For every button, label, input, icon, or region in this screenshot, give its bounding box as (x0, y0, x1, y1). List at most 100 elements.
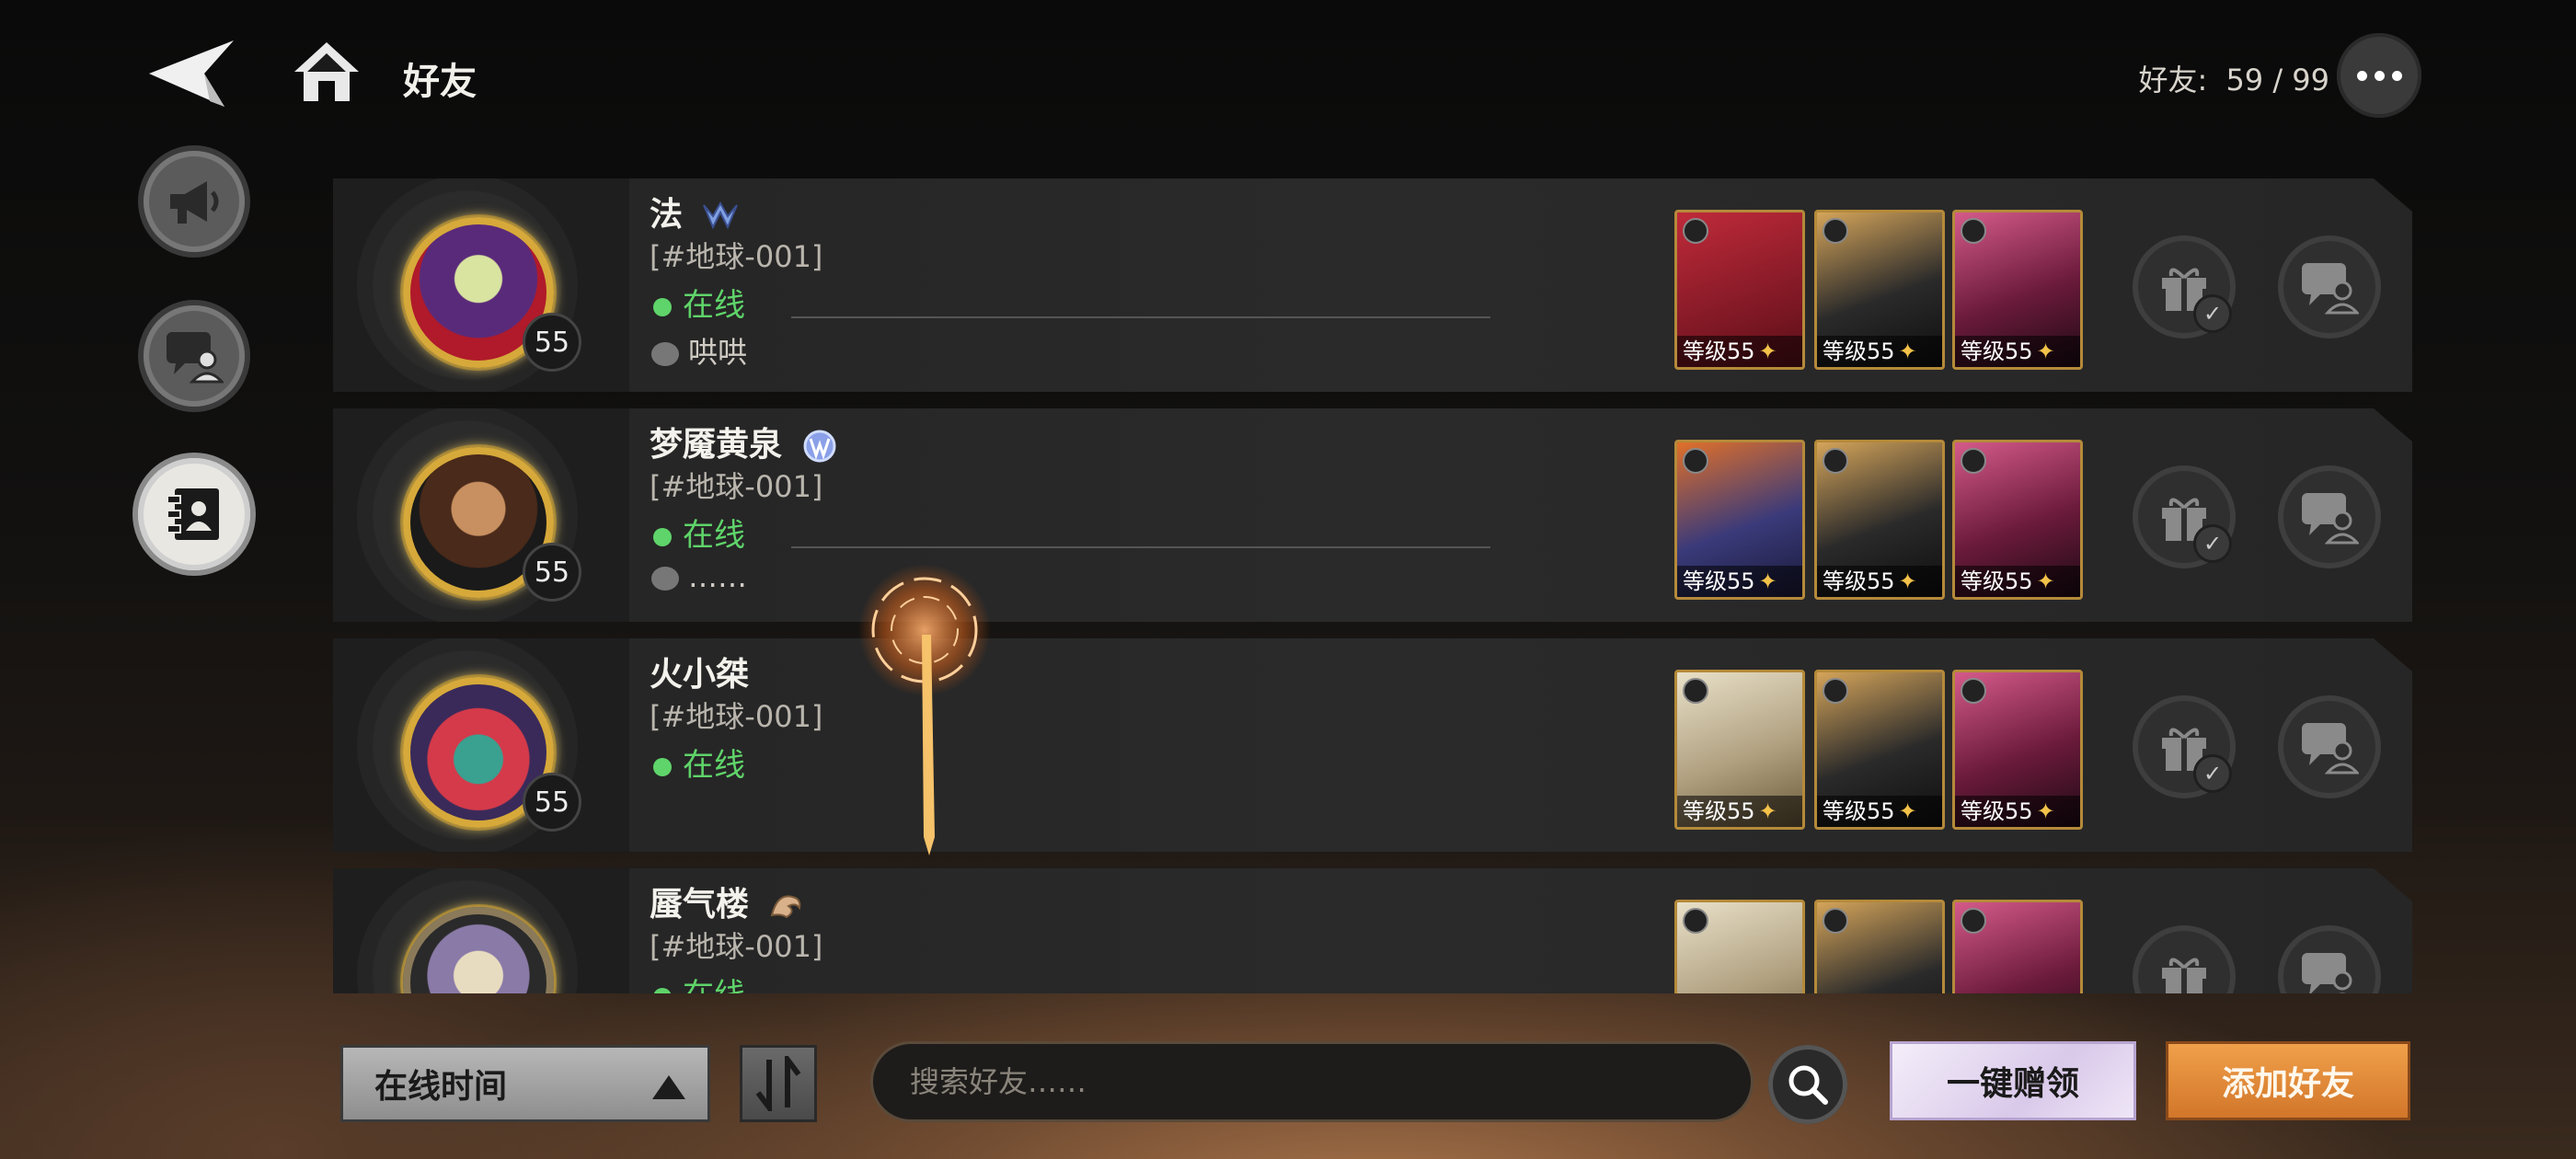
home-icon[interactable] (293, 40, 361, 103)
chat-button[interactable] (2278, 465, 2381, 568)
sort-dropdown[interactable]: 在线时间 (340, 1045, 710, 1122)
friend-name[interactable]: 梦魇黄泉 (650, 418, 838, 465)
online-dot-icon (653, 297, 672, 316)
send-gift-button[interactable] (2133, 925, 2236, 993)
status-text: 在线 (683, 747, 745, 784)
hero-card[interactable]: 等级55 ✦ (1674, 210, 1805, 370)
contacts-book-icon (167, 488, 219, 540)
search-icon (1788, 1065, 1828, 1105)
hero-card[interactable] (1952, 900, 2083, 993)
hero-card[interactable] (1674, 900, 1805, 993)
player-level-badge: 55 (523, 773, 581, 832)
friend-count: 好友: 59 / 99 (2138, 57, 2329, 99)
page-title: 好友 (403, 61, 477, 103)
chat-person-icon (167, 332, 224, 384)
chat-person-icon (2302, 263, 2359, 315)
hero-class-icon (1683, 908, 1708, 934)
gift-all-button[interactable]: 一键赠领 (1890, 1041, 2136, 1120)
friend-name-text: 梦魇黄泉 (650, 426, 783, 464)
hero-card[interactable]: 等级55 ✦ (1952, 670, 2083, 830)
friend-name-text: 火小桀 (650, 656, 750, 694)
add-friend-button[interactable]: 添加好友 (2166, 1041, 2410, 1120)
online-dot-icon (653, 987, 672, 993)
hero-card[interactable]: 等级55 ✦ (1952, 210, 2083, 370)
hero-card[interactable]: 等级55 ✦ (1674, 670, 1805, 830)
speech-bubble-icon (651, 567, 679, 591)
avatar-panel: 55 (333, 638, 629, 852)
hero-class-icon (1683, 678, 1708, 704)
server-tag: [#地球-001] (650, 469, 823, 504)
hero-class-icon (1683, 218, 1708, 244)
friend-name-text: 法 (650, 196, 684, 234)
side-tab-chat[interactable] (144, 305, 245, 407)
send-gift-button[interactable]: ✓ (2133, 235, 2236, 339)
friend-row[interactable]: 55 梦魇黄泉 [#地球-001] 在线 …… 等级55 ✦ 等级55 ✦ 等级55… (333, 408, 2412, 622)
message-text: …… (688, 559, 747, 594)
friend-name[interactable]: 火小桀 (650, 648, 749, 695)
status-text: 在线 (683, 977, 745, 993)
gift-icon (2162, 958, 2206, 993)
sort-order-button[interactable] (740, 1045, 817, 1122)
online-status: 在线 (653, 970, 745, 993)
friend-count-value: 59 / 99 (2225, 63, 2329, 98)
hero-class-icon (1823, 908, 1848, 934)
hero-class-icon (1823, 218, 1848, 244)
hero-level: 等级55 ✦ (1677, 336, 1802, 367)
hero-level: 等级55 ✦ (1955, 566, 2080, 597)
side-tab-announcement[interactable] (144, 151, 245, 252)
signature-message: 哄哄 (651, 329, 747, 372)
hero-card[interactable]: 等级55 ✦ (1814, 210, 1945, 370)
send-gift-button[interactable]: ✓ (2133, 695, 2236, 798)
hero-level: 等级55 ✦ (1677, 796, 1802, 827)
friend-row[interactable]: 蜃气楼 [#地球-001] 在线 (333, 868, 2412, 993)
hero-card[interactable]: 等级55 ✦ (1814, 440, 1945, 600)
server-tag: [#地球-001] (650, 929, 823, 964)
more-dots-icon[interactable] (2337, 33, 2421, 118)
status-text: 在线 (683, 517, 745, 554)
checkmark-icon: ✓ (2193, 294, 2232, 333)
dragon-badge-icon (770, 895, 800, 919)
search-button[interactable] (1768, 1045, 1847, 1124)
hero-level: 等级55 ✦ (1955, 336, 2080, 367)
search-input[interactable] (870, 1041, 1754, 1122)
friend-list[interactable]: 55 法 [#地球-001] 在线 哄哄 等级55 ✦ 等级55 ✦ 等级55 ✦ (333, 178, 2412, 993)
friend-row[interactable]: 55 火小桀 [#地球-001] 在线 等级55 ✦ 等级55 ✦ 等级55 ✦ ✓ (333, 638, 2412, 852)
hero-level: 等级55 ✦ (1677, 566, 1802, 597)
avatar-panel: 55 (333, 178, 629, 392)
friend-row[interactable]: 55 法 [#地球-001] 在线 哄哄 等级55 ✦ 等级55 ✦ 等级55 ✦ (333, 178, 2412, 392)
hero-level: 等级55 ✦ (1817, 796, 1942, 827)
chat-person-icon (2302, 493, 2359, 545)
chat-button[interactable] (2278, 235, 2381, 339)
online-status: 在线 (653, 510, 745, 555)
friend-name[interactable]: 蜃气楼 (650, 878, 805, 925)
hero-class-icon (1961, 218, 1986, 244)
server-tag: [#地球-001] (650, 239, 823, 274)
online-status: 在线 (653, 280, 745, 325)
chat-person-icon (2302, 723, 2359, 775)
online-status: 在线 (653, 740, 745, 785)
megaphone-icon (170, 181, 219, 224)
hero-card[interactable]: 等级55 ✦ (1952, 440, 2083, 600)
wing-badge-icon (702, 201, 738, 230)
chat-button[interactable] (2278, 695, 2381, 798)
hero-class-icon (1961, 448, 1986, 474)
side-tab-friends[interactable] (138, 458, 250, 570)
top-bar: 好友 好友: 59 / 99 (0, 0, 2576, 156)
hero-card[interactable]: 等级55 ✦ (1814, 670, 1945, 830)
online-dot-icon (653, 757, 672, 776)
hero-class-icon (1961, 908, 1986, 934)
triangle-up-icon (652, 1075, 685, 1099)
avatar-panel: 55 (333, 408, 629, 622)
chat-button[interactable] (2278, 925, 2381, 993)
chat-person-icon (2302, 953, 2359, 993)
send-gift-button[interactable]: ✓ (2133, 465, 2236, 568)
hero-card[interactable] (1814, 900, 1945, 993)
status-text: 在线 (683, 287, 745, 324)
checkmark-icon: ✓ (2193, 524, 2232, 563)
hero-card[interactable]: 等级55 ✦ (1674, 440, 1805, 600)
divider (791, 316, 1490, 318)
hero-level: 等级55 ✦ (1817, 566, 1942, 597)
back-arrow-icon[interactable] (145, 37, 237, 110)
hero-class-icon (1683, 448, 1708, 474)
friend-name[interactable]: 法 (650, 188, 739, 235)
